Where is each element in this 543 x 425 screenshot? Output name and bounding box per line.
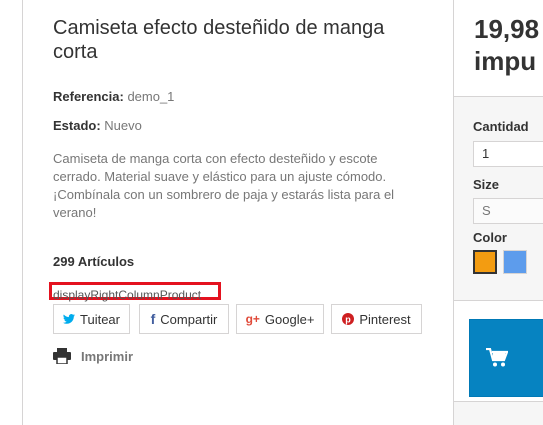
twitter-label: Tuitear xyxy=(80,311,120,327)
print-label: Imprimir xyxy=(81,348,134,364)
color-label: Color xyxy=(473,230,507,245)
add-to-cart-button[interactable] xyxy=(469,319,543,397)
quantity-available: 299 Artículos xyxy=(53,254,135,269)
printer-icon xyxy=(53,348,71,364)
tax-note: impu xyxy=(474,46,537,76)
product-title: Camiseta efecto desteñido de manga corta xyxy=(53,17,385,63)
price: 19,98 xyxy=(474,14,540,44)
quantity-input[interactable]: 1 xyxy=(473,141,543,167)
reference-field: Referencia: demo_1 xyxy=(53,89,174,104)
buy-box: 19,98 impu Cantidad 1 Size S Color xyxy=(453,0,543,425)
condition-value: Nuevo xyxy=(104,118,142,133)
product-info-column: Camiseta efecto desteñido de manga corta… xyxy=(23,0,453,425)
google-plus-label: Google+ xyxy=(264,311,315,327)
google-plus-icon: g+ xyxy=(245,312,260,326)
pinterest-icon: p xyxy=(342,313,355,325)
condition-label: Estado: xyxy=(53,118,101,133)
facebook-label: Compartir xyxy=(160,311,218,327)
price-box: 19,98 impu xyxy=(454,0,543,97)
twitter-button[interactable]: Tuitear xyxy=(53,304,130,334)
print-link[interactable]: Imprimir xyxy=(53,348,133,364)
hook-label: displayRightColumnProduct xyxy=(53,288,202,302)
facebook-icon: f xyxy=(150,311,156,327)
pinterest-button[interactable]: p Pinterest xyxy=(331,304,422,334)
condition-field: Estado: Nuevo xyxy=(53,118,142,133)
left-column-edge xyxy=(0,0,23,425)
svg-text:p: p xyxy=(346,315,352,325)
reference-value: demo_1 xyxy=(127,89,175,104)
product-description: Camiseta de manga corta con efecto deste… xyxy=(53,151,395,220)
google-plus-button[interactable]: g+ Google+ xyxy=(236,304,324,334)
reference-label: Referencia: xyxy=(53,89,124,104)
cart-icon xyxy=(486,348,508,367)
twitter-icon xyxy=(63,314,75,324)
add-to-cart-area xyxy=(454,300,543,402)
color-swatch-orange[interactable] xyxy=(473,250,497,274)
pinterest-label: Pinterest xyxy=(359,311,411,327)
size-label: Size xyxy=(473,177,500,192)
facebook-button[interactable]: f Compartir xyxy=(139,304,229,334)
color-swatch-blue[interactable] xyxy=(503,250,527,274)
quantity-label: Cantidad xyxy=(473,119,529,134)
size-select[interactable]: S xyxy=(473,198,543,224)
